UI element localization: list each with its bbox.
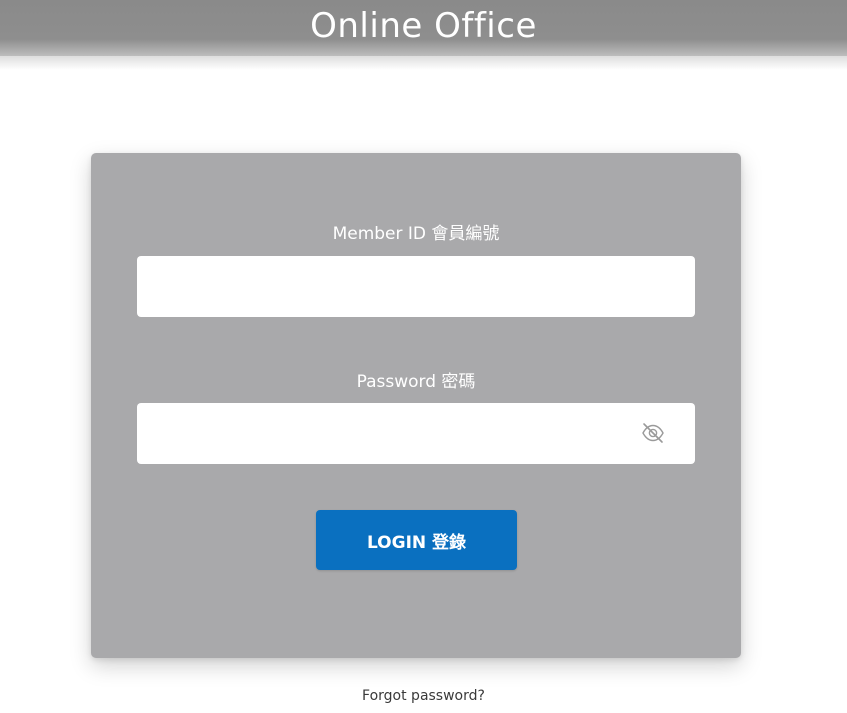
forgot-password-link[interactable]: Forgot password? [0, 688, 847, 704]
password-visibility-toggle[interactable] [639, 419, 667, 447]
header-bar: Online Office [0, 0, 847, 70]
member-id-label: Member ID 會員編號 [332, 224, 500, 244]
login-button[interactable]: LOGIN 登錄 [316, 510, 517, 570]
page-title: Online Office [310, 6, 537, 46]
password-label: Password 密碼 [356, 372, 476, 392]
member-id-input[interactable] [137, 256, 695, 317]
eye-slash-icon [642, 423, 664, 443]
password-input[interactable] [137, 403, 695, 464]
login-card: Member ID 會員編號 Password 密碼 LOGIN 登錄 [91, 153, 741, 658]
